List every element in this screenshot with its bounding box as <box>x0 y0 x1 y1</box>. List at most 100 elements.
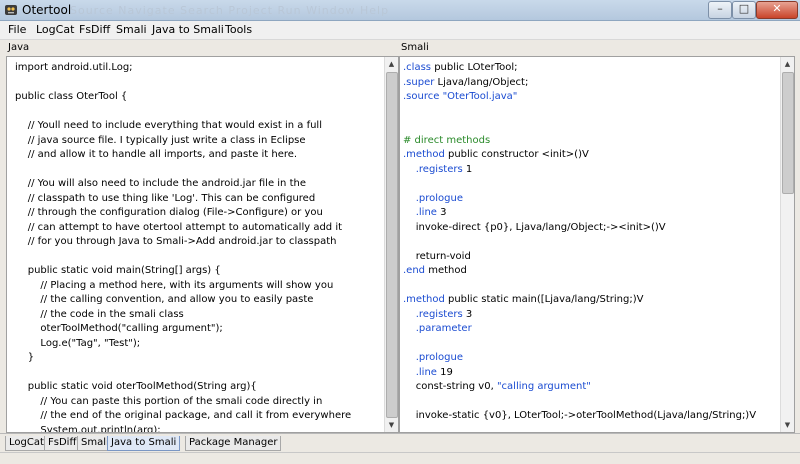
java-code-line: Log.e("Tag", "Test"); <box>15 337 141 349</box>
smali-code-line: .super Ljava/lang/Object; <box>403 76 780 91</box>
java-code-line: System.out.println(arg); <box>15 424 161 433</box>
smali-text-token <box>403 323 416 334</box>
smali-text-token <box>403 352 416 363</box>
smali-text-token <box>403 367 416 378</box>
java-vertical-scrollbar[interactable]: ▲ ▼ <box>384 57 398 432</box>
java-code-line: // You will also need to include the and… <box>15 178 306 189</box>
menu-logcat[interactable]: LogCat <box>36 23 74 36</box>
smali-code-line <box>403 279 780 294</box>
smali-code-line: return-void <box>403 250 780 265</box>
close-icon: ✕ <box>772 2 782 15</box>
smali-kw-token: .super <box>403 76 435 88</box>
scroll-down-icon[interactable]: ▼ <box>781 418 794 432</box>
smali-vertical-scrollbar[interactable]: ▲ ▼ <box>780 57 794 432</box>
smali-kw-token: .line <box>415 207 437 218</box>
java-code-line: // the code in the smali class <box>15 308 184 320</box>
java-code-line: // can attempt to have otertool attempt … <box>15 221 343 233</box>
minimize-icon: – <box>717 2 723 15</box>
tab-logcat[interactable]: LogCat <box>5 436 48 451</box>
smali-kw-token: .prologue <box>415 192 463 204</box>
smali-code-line: .registers 3 <box>403 308 780 323</box>
java-code-line: // Youll need to include everything that… <box>15 120 322 131</box>
smali-editor[interactable]: .class public LOterTool; .super Ljava/lan… <box>399 56 795 433</box>
smali-kw-token: .method <box>403 294 445 305</box>
java-editor[interactable]: import android.util.Log; public class Ot… <box>6 56 399 433</box>
smali-code-line: .parameter <box>403 322 780 337</box>
java-code-line: // java source file. I typically just wr… <box>15 134 306 146</box>
smali-text-token: public LOterTool; <box>431 62 518 73</box>
tab-divider <box>0 452 800 453</box>
menu-smali[interactable]: Smali <box>116 23 147 36</box>
smali-code-line: .end method <box>403 264 780 279</box>
smali-code-line: # direct methods <box>403 134 780 149</box>
smali-code-line: .prologue <box>403 351 780 366</box>
smali-code-line: .line 3 <box>403 206 780 221</box>
smali-kw-token: .parameter <box>415 323 472 334</box>
smali-code-line <box>403 337 780 352</box>
smali-code-line: .class public LOterTool; <box>403 61 780 76</box>
tab-package-manager[interactable]: Package Manager <box>185 436 282 451</box>
smali-code-line: invoke-direct {p0}, Ljava/lang/Object;->… <box>403 221 780 236</box>
smali-text-token: 3 <box>436 207 447 218</box>
smali-code-line: .prologue <box>403 192 780 207</box>
java-code-line: // the calling convention, and allow you… <box>15 294 314 305</box>
smali-code-line: invoke-static {v0}, LOterTool;->oterTool… <box>403 409 780 424</box>
smali-code-line <box>403 119 780 134</box>
smali-text-token: const-string v0, <box>403 381 497 392</box>
java-code-line: // Placing a method here, with its argum… <box>15 279 334 291</box>
smali-kw-token: .registers <box>415 163 463 175</box>
java-code-line: public class OterTool { <box>15 91 128 102</box>
smali-text-token: 1 <box>462 163 473 175</box>
scroll-up-icon[interactable]: ▲ <box>385 57 398 71</box>
otertool-app-icon <box>5 5 17 15</box>
smali-code-line: const-string v0, "calling argument" <box>403 380 780 395</box>
menu-tools[interactable]: Tools <box>225 23 252 36</box>
smali-kw-token: .line <box>415 366 437 378</box>
menu-file[interactable]: File <box>8 23 26 36</box>
java-code-line: // and allow it to handle all imports, a… <box>15 149 298 160</box>
scroll-down-icon[interactable]: ▼ <box>385 418 398 432</box>
smali-scroll-thumb[interactable] <box>782 72 794 194</box>
smali-str-token: "OterTool.java" <box>442 91 518 102</box>
tab-fsdiff[interactable]: FsDiff <box>44 436 81 451</box>
java-code-line <box>15 163 384 178</box>
java-code-line <box>15 366 384 381</box>
java-code-line <box>15 250 384 265</box>
java-code-line: oterToolMethod("calling argument"); <box>15 323 223 334</box>
smali-kw-token: .class <box>403 62 432 73</box>
menu-java-to-smali[interactable]: Java to Smali <box>152 23 224 36</box>
smali-text-token: invoke-direct {p0}, Ljava/lang/Object;->… <box>403 221 666 233</box>
menu-fsdiff[interactable]: FsDiff <box>79 23 110 36</box>
java-code-line: public static void main(String[] args) { <box>15 265 221 276</box>
smali-code-area[interactable]: .class public LOterTool; .super Ljava/lan… <box>400 57 780 432</box>
smali-code-line <box>403 235 780 250</box>
smali-kw-token: .source <box>403 91 440 102</box>
smali-text-token <box>403 309 416 320</box>
smali-text-token <box>403 164 416 175</box>
minimize-button[interactable]: – <box>708 1 732 19</box>
smali-text-token: public constructor <init>()V <box>444 149 589 160</box>
java-code-line: } <box>15 352 35 363</box>
smali-text-token: Ljava/lang/Object; <box>434 76 529 88</box>
maximize-icon: □ <box>738 2 750 15</box>
smali-kw-token: .end <box>403 265 426 276</box>
smali-text-token: 3 <box>462 308 473 320</box>
close-button[interactable]: ✕ <box>756 1 798 19</box>
smali-text-token: method <box>425 265 467 276</box>
smali-str-token: "calling argument" <box>496 381 591 392</box>
smali-code-line <box>403 395 780 410</box>
smali-code-line <box>403 105 780 120</box>
smali-code-line: .method public constructor <init>()V <box>403 148 780 163</box>
java-code-line: // classpath to use thing like 'Log'. Th… <box>15 192 316 204</box>
java-code-line: public static void oterToolMethod(String… <box>15 381 257 392</box>
main-content: Java import android.util.Log; public cla… <box>0 40 800 433</box>
java-code-line: // through the configuration dialog (Fil… <box>15 207 323 218</box>
maximize-button[interactable]: □ <box>732 1 756 19</box>
tab-java-to-smali[interactable]: Java to Smali <box>107 436 181 451</box>
smali-text-token: 19 <box>436 366 453 378</box>
scroll-up-icon[interactable]: ▲ <box>781 57 794 71</box>
smali-code-line <box>403 177 780 192</box>
java-scroll-thumb[interactable] <box>386 72 398 418</box>
menu-bar: File LogCat FsDiff Smali Java to Smali T… <box>0 21 800 40</box>
java-code-area[interactable]: import android.util.Log; public class Ot… <box>7 57 384 432</box>
